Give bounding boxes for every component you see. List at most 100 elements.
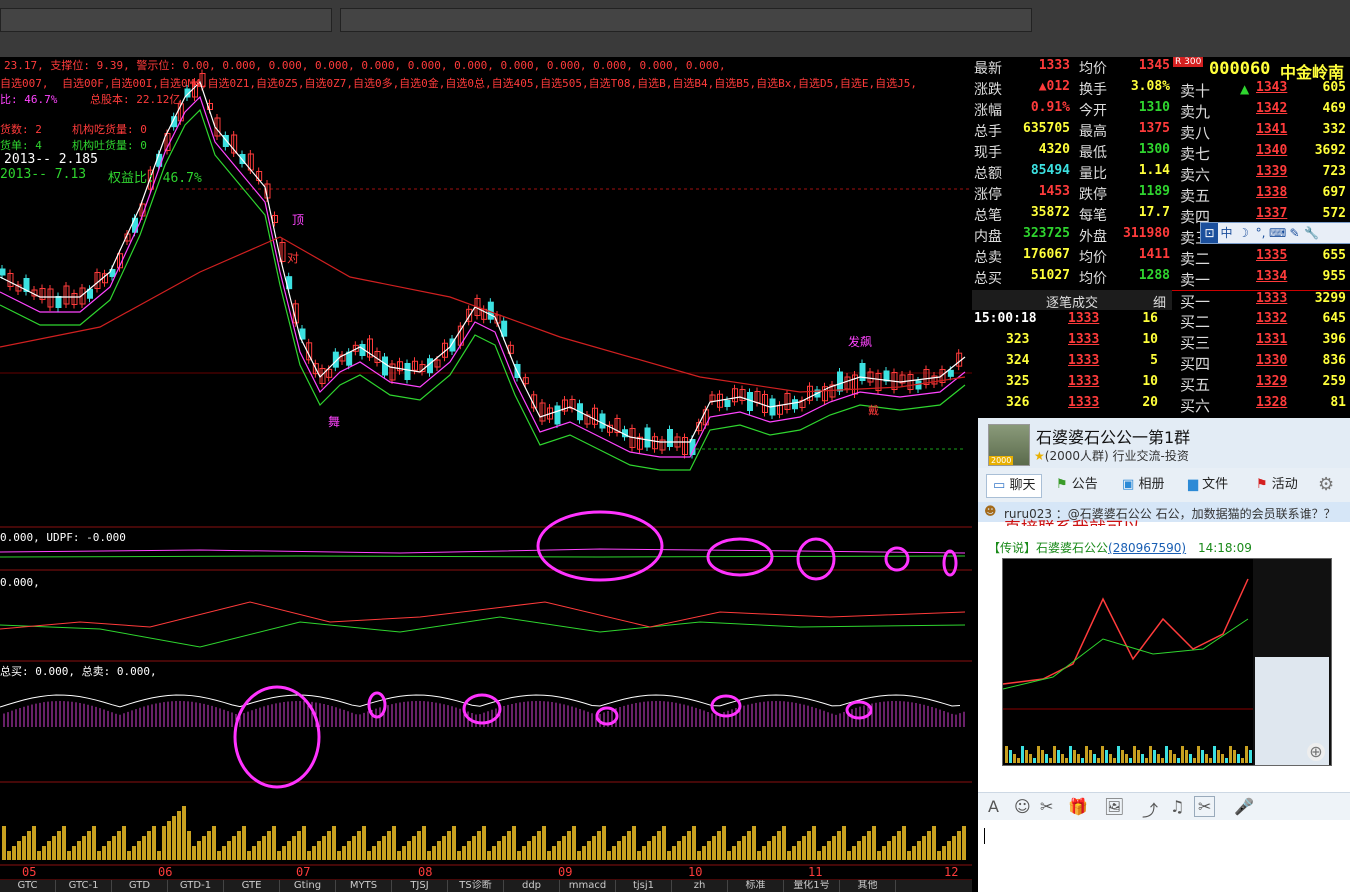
ime-pen-icon[interactable]: ✎	[1286, 223, 1303, 243]
book-volume: 81	[1330, 395, 1346, 410]
candle-body	[554, 405, 561, 425]
annotation-ellipse	[845, 700, 873, 720]
indicator-tab[interactable]: GTD-1	[168, 880, 224, 892]
ime-halfwidth-icon[interactable]: ☽	[1235, 223, 1252, 243]
thumbnail-chart-image	[1003, 559, 1331, 765]
indicator-tab[interactable]: TS诊断	[448, 880, 504, 892]
indicator-tab[interactable]: GTD	[112, 880, 168, 892]
indicator-tab[interactable]: mmacd	[560, 880, 616, 892]
tab-album[interactable]: ▣ 相册	[1122, 474, 1164, 496]
ime-keyboard-icon[interactable]: ⌨	[1269, 223, 1286, 243]
message-input[interactable]	[978, 820, 1350, 892]
magic-icon[interactable]: ✂	[1040, 797, 1053, 816]
volume-bar	[2, 826, 6, 860]
indicator-tab[interactable]: Gting	[280, 880, 336, 892]
volume-bar	[132, 846, 136, 860]
indicator-tab[interactable]: tjsj1	[616, 880, 672, 892]
annotation-ellipse	[462, 693, 502, 725]
emoji-icon[interactable]: ☺	[1014, 797, 1031, 816]
order-book-row[interactable]: 卖九 1342 469	[1172, 101, 1350, 122]
upload-icon[interactable]: ⤴	[1142, 797, 1158, 821]
order-book-row[interactable]: 卖六 1339 723	[1172, 164, 1350, 185]
sender-name[interactable]: 石婆婆石公公	[1036, 541, 1108, 555]
message-image[interactable]: ⊕	[1002, 558, 1332, 766]
indicator-tab[interactable]: zh	[672, 880, 728, 892]
annotation-ellipse	[796, 537, 836, 581]
order-book-row[interactable]: 卖七 1340 3692	[1172, 143, 1350, 164]
indicator-tab[interactable]: TJSJ	[392, 880, 448, 892]
order-book-row[interactable]: 买三 1331 396	[1172, 332, 1350, 353]
music-icon[interactable]: ♫	[1170, 797, 1184, 816]
record-icon[interactable]: 🎤	[1234, 797, 1254, 816]
tab-files[interactable]: ▆ 文件	[1188, 474, 1228, 496]
indicator-tab[interactable]: MYTS	[336, 880, 392, 892]
ime-settings-icon[interactable]: 🔧	[1303, 223, 1320, 243]
gear-icon[interactable]: ⚙	[1318, 474, 1334, 496]
candle-body	[599, 413, 606, 429]
candle-body	[837, 371, 843, 392]
group-avatar[interactable]: 2000	[988, 424, 1030, 466]
chart-tag-wu: 舞	[328, 415, 341, 429]
ime-toolbar[interactable]: ⊡ 中 ☽ °, ⌨ ✎ 🔧	[1200, 222, 1350, 244]
book-volume: 655	[1322, 248, 1346, 263]
candle-body	[501, 320, 508, 337]
indicator-tab[interactable]: 标准	[728, 880, 784, 892]
thumb-volume-bar	[1069, 746, 1072, 763]
order-book-row[interactable]: 买五 1329 259	[1172, 374, 1350, 395]
order-book-row[interactable]: 买四 1330 836	[1172, 353, 1350, 374]
indicator-tab[interactable]: 其他	[840, 880, 896, 892]
kline-chart-area[interactable]: 23.17, 支撑位: 9.39, 警示位: 0.00, 0.000, 0.00…	[0, 57, 972, 880]
trade-volume: 20	[1142, 395, 1158, 410]
indicator-tab[interactable]: GTC-1	[56, 880, 112, 892]
quote-value: 17.7	[1138, 205, 1170, 220]
tab-announcement[interactable]: ⚑ 公告	[1056, 474, 1098, 496]
volume-bar	[72, 846, 76, 860]
ime-mode-icon[interactable]: ⊡	[1201, 223, 1218, 243]
quote-value: 1.14	[1138, 163, 1170, 178]
indicator-tab[interactable]: GTC	[0, 880, 56, 892]
ime-punct-icon[interactable]: °,	[1252, 223, 1269, 243]
quote-label: 换手	[1079, 82, 1107, 98]
tab-activity[interactable]: ⚑ 活动	[1256, 474, 1298, 496]
zoom-icon[interactable]: ⊕	[1307, 743, 1325, 761]
message-meta: 【传说】石婆婆石公公(280967590) 14:18:09	[988, 539, 1252, 556]
order-book-row[interactable]: 买二 1332 645	[1172, 311, 1350, 332]
order-book-row[interactable]: 买六 1328 81	[1172, 395, 1350, 416]
tab-chat-label: 聊天	[1009, 478, 1036, 493]
indicator-tab[interactable]: ddp	[504, 880, 560, 892]
volume-bar	[712, 836, 716, 860]
quote-label: 每笔	[1079, 208, 1107, 224]
book-price: 1341	[1256, 122, 1288, 137]
scissors-icon[interactable]: ✂	[1194, 796, 1216, 817]
order-book-row[interactable]: 卖二 1335 655	[1172, 248, 1350, 269]
qq-message-area[interactable]: 直接联系我就可以 【传说】石婆婆石公公(280967590) 14:18:09 …	[978, 519, 1350, 792]
thumb-volume-bar	[1133, 746, 1136, 763]
volume-bar	[617, 841, 621, 860]
volume-bar	[857, 841, 861, 860]
group-name[interactable]: 石婆婆石公公一第1群	[1036, 424, 1190, 448]
tab-chat[interactable]: ▭ 聊天	[986, 474, 1043, 498]
image-icon[interactable]: 🖼	[1104, 797, 1124, 816]
indicator-tab[interactable]: 量化1号	[784, 880, 840, 892]
volume-bar	[362, 826, 366, 860]
font-icon[interactable]: A	[988, 797, 999, 816]
order-book-row[interactable]: 买一 1333 3299	[1172, 290, 1350, 312]
candle-body	[346, 351, 353, 366]
volume-bar	[112, 836, 116, 860]
order-book-row[interactable]: 卖一 1334 955	[1172, 269, 1350, 290]
order-book-row[interactable]: 卖五 1338 697	[1172, 185, 1350, 206]
indicator-tab[interactable]: GTE	[224, 880, 280, 892]
candle-body	[792, 399, 798, 410]
ime-chinese-toggle[interactable]: 中	[1218, 223, 1235, 243]
volume-bar	[732, 846, 736, 860]
window-tab[interactable]	[0, 8, 332, 32]
trade-price: 1333	[1068, 332, 1100, 347]
order-book-row[interactable]: 卖十 1343 605 ▲	[1172, 80, 1350, 101]
gift-icon[interactable]: 🎁	[1068, 797, 1088, 816]
sender-qq[interactable]: (280967590)	[1108, 541, 1186, 555]
volume-bar	[62, 826, 66, 860]
window-tab[interactable]	[340, 8, 1032, 32]
trades-detail-button[interactable]: 细	[1153, 292, 1166, 311]
qq-chat-window[interactable]: 2000 石婆婆石公公一第1群 ★(2000人群) 行业交流-投资 ▭ 聊天 ⚑…	[978, 418, 1350, 892]
order-book-row[interactable]: 卖八 1341 332	[1172, 122, 1350, 143]
